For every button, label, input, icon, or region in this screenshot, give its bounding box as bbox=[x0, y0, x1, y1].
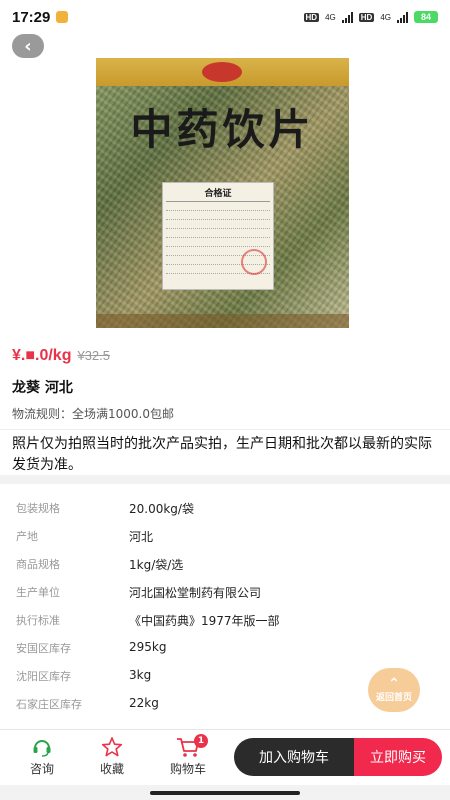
consult-button[interactable]: 咨询 bbox=[12, 736, 72, 777]
headset-icon bbox=[33, 740, 51, 757]
home-indicator[interactable] bbox=[150, 791, 300, 795]
status-bar: 17:29 HD 4G HD 4G 84 bbox=[0, 0, 450, 34]
spec-label: 石家庄区库存 bbox=[16, 698, 82, 711]
chevron-left-icon: ‹ bbox=[24, 35, 32, 57]
cart-button[interactable]: 1 购物车 bbox=[158, 734, 218, 777]
spec-label: 生产单位 bbox=[16, 586, 60, 599]
favorite-button[interactable]: 收藏 bbox=[82, 736, 142, 777]
favorite-label: 收藏 bbox=[99, 762, 124, 776]
star-icon bbox=[101, 737, 123, 757]
status-indicators: HD 4G HD 4G 84 bbox=[303, 11, 438, 23]
product-image[interactable]: 中药饮片 合格证 bbox=[96, 58, 349, 328]
product-name: 龙葵 河北 bbox=[12, 380, 73, 396]
price-row: ¥.■.0/kg ¥32.5 bbox=[12, 347, 110, 365]
batch-notice: 照片仅为拍照当时的批次产品实拍，生产日期和批次都以最新的实际发货为准。 bbox=[0, 429, 450, 475]
network-type: 4G bbox=[380, 12, 391, 22]
spec-label: 安国区库存 bbox=[16, 642, 71, 655]
spec-row: 产地 河北 bbox=[16, 528, 436, 545]
signal-icon bbox=[341, 11, 353, 23]
back-button[interactable]: ‹ bbox=[12, 34, 44, 58]
spec-value: 20.00kg/袋 bbox=[129, 502, 194, 516]
back-to-home-button[interactable]: ⌃ 返回首页 bbox=[368, 668, 420, 712]
add-to-cart-button[interactable]: 加入购物车 bbox=[234, 738, 354, 776]
product-gallery[interactable]: ‹ 中药饮片 合格证 bbox=[0, 34, 450, 339]
spec-value: 3kg bbox=[129, 668, 152, 682]
brand-logo bbox=[202, 62, 242, 82]
chevron-up-icon: ⌃ bbox=[388, 675, 400, 692]
signal-icon bbox=[397, 11, 408, 23]
spec-row: 包装规格 20.00kg/袋 bbox=[16, 500, 436, 517]
spec-value: 295kg bbox=[129, 640, 167, 654]
hd-badge: HD bbox=[303, 12, 320, 22]
spec-label: 商品规格 bbox=[16, 558, 60, 571]
spec-value: 河北国松堂制药有限公司 bbox=[129, 586, 262, 600]
stamp-icon bbox=[241, 249, 267, 275]
battery-icon: 84 bbox=[414, 11, 438, 23]
spec-label: 产地 bbox=[16, 530, 38, 543]
spec-row: 安国区库存 295kg bbox=[16, 640, 436, 656]
original-price: ¥32.5 bbox=[77, 348, 111, 363]
spec-row: 生产单位 河北国松堂制药有限公司 bbox=[16, 584, 436, 601]
cart-label: 购物车 bbox=[169, 762, 206, 776]
certificate-title: 合格证 bbox=[166, 186, 270, 202]
bottom-action-bar: 咨询 收藏 1 购物车 加入购物车 立即购买 bbox=[0, 729, 450, 785]
spec-label: 包装规格 bbox=[16, 502, 60, 515]
spec-value: 22kg bbox=[129, 696, 159, 710]
certificate-label: 合格证 bbox=[162, 182, 274, 290]
price-card: ¥.■.0/kg ¥32.5 龙葵 河北 物流规则：全场满1000.0包邮 bbox=[0, 339, 450, 429]
app-notification-icon bbox=[56, 11, 69, 23]
back-to-home-label: 返回首页 bbox=[375, 692, 412, 703]
package-bottom-print bbox=[96, 314, 349, 328]
spec-label: 沈阳区库存 bbox=[16, 670, 71, 683]
current-price: ¥.■.0/kg bbox=[12, 347, 72, 364]
spec-row: 商品规格 1kg/袋/选 bbox=[16, 556, 436, 573]
status-time: 17:29 bbox=[12, 8, 51, 26]
spec-value: 《中国药典》1977年版一部 bbox=[129, 614, 280, 628]
cart-count-badge: 1 bbox=[194, 734, 208, 748]
consult-label: 咨询 bbox=[29, 762, 54, 776]
spec-label: 执行标准 bbox=[16, 614, 60, 627]
shipping-rule: 物流规则：全场满1000.0包邮 bbox=[12, 407, 174, 421]
package-title: 中药饮片 bbox=[130, 105, 315, 154]
spec-row: 执行标准 《中国药典》1977年版一部 bbox=[16, 612, 436, 629]
spec-value: 1kg/袋/选 bbox=[129, 558, 184, 572]
buy-now-button[interactable]: 立即购买 bbox=[354, 738, 442, 776]
hd-badge: HD bbox=[358, 12, 375, 22]
spec-value: 河北 bbox=[129, 530, 154, 544]
network-type: 4G bbox=[325, 12, 336, 22]
